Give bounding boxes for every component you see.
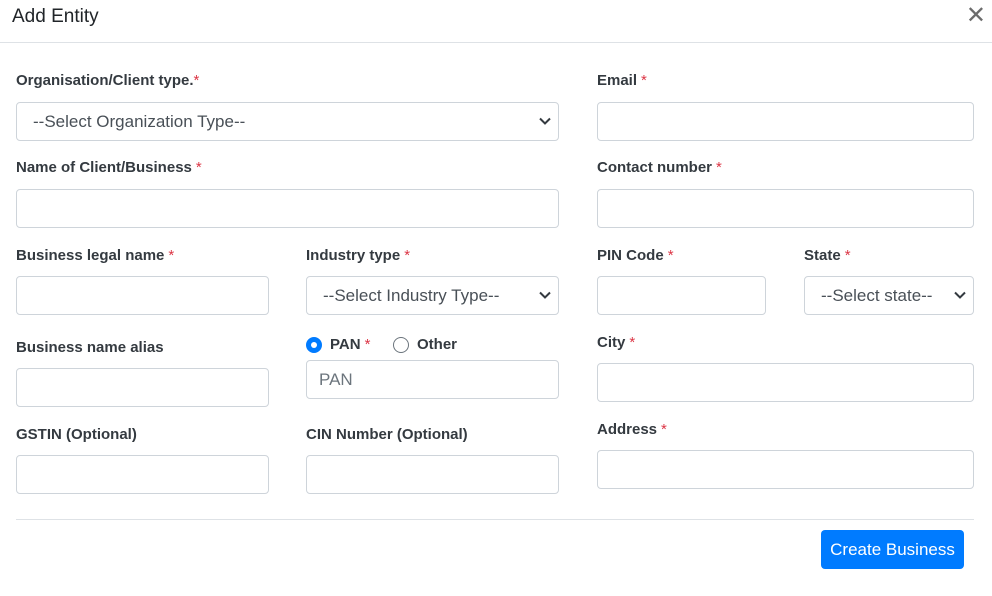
modal-title: Add Entity bbox=[12, 6, 99, 27]
org-type-select[interactable]: --Select Organization Type-- bbox=[16, 102, 559, 141]
org-type-label-text: Organisation/Client type. bbox=[16, 72, 194, 89]
email-label-text: Email bbox=[597, 72, 638, 89]
email-label: Email * bbox=[597, 72, 647, 89]
radio-pan-indicator[interactable] bbox=[306, 336, 322, 353]
required-mark: * bbox=[667, 247, 674, 264]
pin-label-text: PIN Code bbox=[597, 247, 664, 264]
state-label-text: State bbox=[804, 247, 841, 264]
client-name-label: Name of Client/Business * bbox=[16, 159, 202, 176]
footer-divider bbox=[16, 519, 974, 520]
gstin-label: GSTIN (Optional) bbox=[16, 426, 137, 443]
city-label: City * bbox=[597, 334, 635, 351]
close-icon[interactable]: ✕ bbox=[966, 4, 986, 28]
org-type-label: Organisation/Client type.* bbox=[16, 72, 199, 89]
alias-label: Business name alias bbox=[16, 339, 164, 356]
chevron-down-icon bbox=[954, 291, 966, 299]
contact-label: Contact number * bbox=[597, 159, 722, 176]
required-mark: * bbox=[716, 159, 722, 176]
required-mark: * bbox=[168, 247, 175, 264]
pin-input[interactable] bbox=[597, 276, 766, 315]
client-name-label-text: Name of Client/Business bbox=[16, 159, 192, 176]
required-mark: * bbox=[364, 336, 371, 353]
required-mark: * bbox=[193, 72, 200, 89]
radio-other-indicator[interactable] bbox=[393, 336, 409, 353]
required-mark: * bbox=[661, 421, 667, 438]
industry-type-label: Industry type * bbox=[306, 247, 410, 264]
alias-input[interactable] bbox=[16, 368, 269, 407]
required-mark: * bbox=[629, 334, 636, 351]
required-mark: * bbox=[195, 159, 202, 176]
legal-name-label-text: Business legal name bbox=[16, 247, 165, 264]
radio-other-label: Other bbox=[417, 336, 458, 353]
radio-other[interactable]: Other bbox=[393, 336, 457, 353]
cin-input[interactable] bbox=[306, 455, 559, 494]
legal-name-label: Business legal name * bbox=[16, 247, 174, 264]
city-label-text: City bbox=[597, 334, 626, 351]
org-type-selected: --Select Organization Type-- bbox=[33, 111, 246, 131]
modal-header: Add Entity ✕ bbox=[0, 0, 992, 43]
state-selected: --Select state-- bbox=[821, 285, 933, 305]
cin-label: CIN Number (Optional) bbox=[306, 426, 468, 443]
industry-type-selected: --Select Industry Type-- bbox=[323, 285, 500, 305]
chevron-down-icon bbox=[539, 117, 551, 125]
address-label-text: Address bbox=[597, 421, 658, 438]
contact-label-text: Contact number bbox=[597, 159, 713, 176]
radio-pan-label: PAN bbox=[330, 336, 361, 353]
client-name-input[interactable] bbox=[16, 189, 559, 228]
address-input[interactable] bbox=[597, 450, 974, 489]
pin-label: PIN Code * bbox=[597, 247, 674, 264]
state-label: State * bbox=[804, 247, 851, 264]
required-mark: * bbox=[641, 72, 647, 89]
email-input[interactable] bbox=[597, 102, 974, 141]
contact-input[interactable] bbox=[597, 189, 974, 228]
address-label: Address * bbox=[597, 421, 667, 438]
required-mark: * bbox=[404, 247, 411, 264]
gstin-input[interactable] bbox=[16, 455, 269, 494]
state-select[interactable]: --Select state-- bbox=[804, 276, 974, 315]
industry-type-label-text: Industry type bbox=[306, 247, 401, 264]
radio-pan[interactable]: PAN * bbox=[306, 336, 370, 353]
industry-type-select[interactable]: --Select Industry Type-- bbox=[306, 276, 559, 315]
legal-name-input[interactable] bbox=[16, 276, 269, 315]
required-mark: * bbox=[844, 247, 851, 264]
create-business-button[interactable]: Create Business bbox=[821, 530, 964, 569]
pan-input[interactable] bbox=[306, 360, 559, 399]
chevron-down-icon bbox=[539, 291, 551, 299]
city-input[interactable] bbox=[597, 363, 974, 402]
